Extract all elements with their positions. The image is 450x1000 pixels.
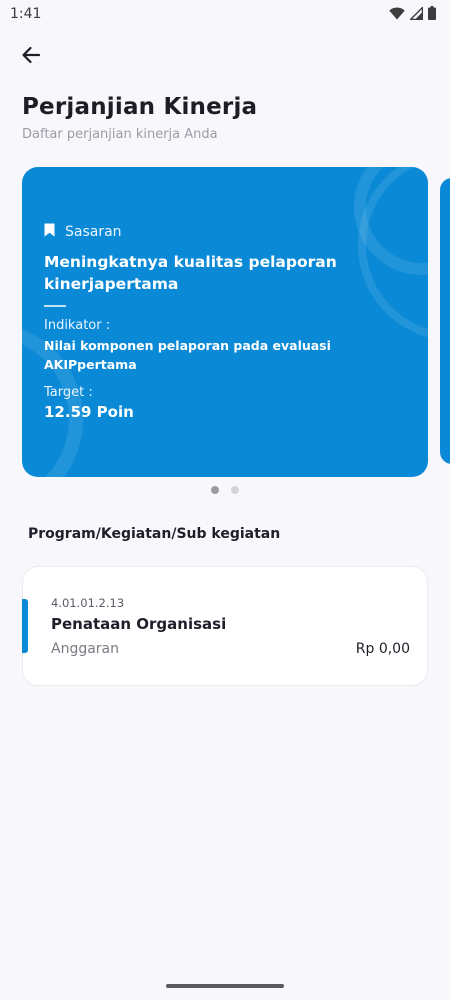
indikator-value: Nilai komponen pelaporan pada evaluasi A… bbox=[44, 338, 331, 372]
next-card-peek[interactable] bbox=[440, 178, 450, 464]
carousel-pager bbox=[211, 486, 239, 494]
wifi-icon bbox=[389, 5, 405, 24]
card-label-row: Sasaran bbox=[44, 222, 122, 241]
performance-agreement-card[interactable]: Sasaran Meningkatnya kualitas pelaporan … bbox=[22, 167, 428, 477]
home-indicator[interactable] bbox=[166, 984, 284, 988]
program-name: Penataan Organisasi bbox=[51, 615, 227, 633]
program-accent-bar bbox=[22, 599, 28, 653]
status-icons bbox=[389, 5, 436, 24]
program-card[interactable]: 4.01.01.2.13 Penataan Organisasi Anggara… bbox=[22, 566, 428, 686]
target-value: 12.59 Poin bbox=[44, 403, 134, 421]
bookmark-icon bbox=[44, 222, 55, 241]
signal-icon bbox=[408, 5, 424, 24]
arrow-left-icon bbox=[21, 46, 41, 68]
status-bar: 1:41 bbox=[0, 0, 450, 28]
page-subtitle: Daftar perjanjian kinerja Anda bbox=[22, 127, 218, 142]
card-goal: Meningkatnya kualitas pelaporan kinerjap… bbox=[44, 253, 337, 293]
program-code: 4.01.01.2.13 bbox=[51, 596, 125, 610]
budget-label: Anggaran bbox=[51, 641, 120, 657]
page-title: Perjanjian Kinerja bbox=[22, 94, 258, 120]
section-title: Program/Kegiatan/Sub kegiatan bbox=[28, 526, 281, 542]
pager-dot-active[interactable] bbox=[211, 486, 219, 494]
card-label: Sasaran bbox=[65, 223, 122, 240]
card-divider bbox=[44, 305, 66, 307]
status-time: 1:41 bbox=[10, 6, 42, 22]
battery-icon bbox=[428, 5, 436, 24]
pager-dot[interactable] bbox=[231, 486, 239, 494]
back-button[interactable] bbox=[16, 42, 46, 72]
indikator-label: Indikator : bbox=[44, 318, 111, 333]
budget-value: Rp 0,00 bbox=[355, 641, 410, 657]
target-label: Target : bbox=[44, 385, 93, 400]
